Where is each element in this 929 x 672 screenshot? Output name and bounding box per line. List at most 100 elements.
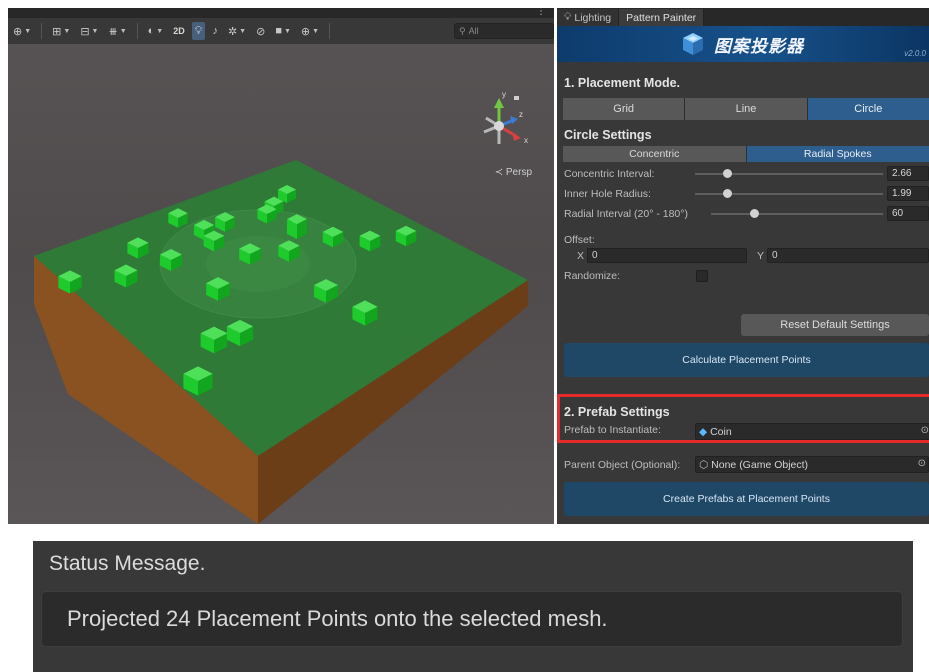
status-title: Status Message. xyxy=(49,552,206,575)
orientation-gizmo[interactable]: y z x xyxy=(472,86,532,161)
inner-hole-radius-handle[interactable] xyxy=(722,189,732,198)
effects-dropdown[interactable]: ✲ ▼ xyxy=(225,22,249,40)
camera-dropdown[interactable]: ■ ▼ xyxy=(272,22,294,40)
chevron-down-icon: ▼ xyxy=(312,27,320,35)
pattern-painter-panel: 💡︎ Lighting Pattern Painter 图案投影器 v2.0.0… xyxy=(557,8,929,524)
radial-interval-label: Radial Interval (20° - 180°) xyxy=(564,208,688,220)
slider-list: Concentric Interval: 2.66 Inner Hole Rad… xyxy=(557,164,929,224)
parent-object-label: Parent Object (Optional): xyxy=(564,459,681,471)
circle-type-selector: Concentric Radial Spokes xyxy=(563,146,929,162)
mode-circle-button[interactable]: Circle xyxy=(807,98,929,120)
audio-icon: ♪ xyxy=(212,25,218,37)
circle-settings-title: Circle Settings xyxy=(564,128,652,142)
grid-increment-icon: ⊟ xyxy=(80,25,90,38)
concentric-interval-handle[interactable] xyxy=(722,169,732,178)
chevron-down-icon: ▼ xyxy=(119,27,127,35)
scene-toolbar: ⊕ ▼ ⊞ ▼ ⊟ ▼ ⧻ ▼ ◐ ▼ 2D 💡︎ ♪ ✲ ▼ ⊘ ■ ▼ ⊕ … xyxy=(8,18,554,44)
prefab-icon: ◆ xyxy=(699,425,708,438)
search-icon: ⚲ xyxy=(459,25,466,36)
grid-increment-dropdown[interactable]: ⊟ ▼ xyxy=(77,22,101,40)
mode-2d-label: 2D xyxy=(173,26,185,36)
object-picker-icon[interactable]: ⊙ xyxy=(918,458,926,469)
concentric-button[interactable]: Concentric xyxy=(563,146,747,162)
radial-interval-handle[interactable] xyxy=(750,209,759,218)
tab-pattern-painter[interactable]: Pattern Painter xyxy=(619,9,705,26)
chevron-down-icon: ▼ xyxy=(239,27,247,35)
offset-y-label: Y xyxy=(757,250,765,262)
randomize-row: Randomize: xyxy=(557,266,929,286)
tab-lighting[interactable]: 💡︎ Lighting xyxy=(557,9,620,26)
reset-default-settings-button[interactable]: Reset Default Settings xyxy=(741,314,929,336)
calculate-placement-points-button[interactable]: Calculate Placement Points xyxy=(564,343,929,377)
gizmo-z-label: z xyxy=(519,110,523,119)
grid-snap-icon: ⊞ xyxy=(52,25,62,38)
tab-pattern-painter-label: Pattern Painter xyxy=(626,11,697,24)
parent-object-value: None (Game Object) xyxy=(711,458,809,471)
ruler-dropdown[interactable]: ⧻ ▼ xyxy=(105,22,129,40)
version-label: v2.0.0 xyxy=(904,49,926,58)
object-picker-icon[interactable]: ⊙ xyxy=(921,425,929,436)
tab-lighting-label: Lighting xyxy=(574,11,612,24)
prefab-settings-title: 2. Prefab Settings xyxy=(564,405,670,419)
scene-viewport[interactable]: y z x ≺ Persp xyxy=(8,44,554,524)
axis-gizmo-icon: y z x xyxy=(483,90,528,145)
prefab-settings-highlight: 2. Prefab Settings Prefab to Instantiate… xyxy=(557,394,929,443)
radial-interval-row: Radial Interval (20° - 180°) 60 xyxy=(557,204,929,224)
panel-tab-bar: 💡︎ Lighting Pattern Painter xyxy=(557,8,929,26)
offset-row: X 0 Y 0 xyxy=(557,246,929,266)
lighting-toggle[interactable]: 💡︎ xyxy=(191,22,206,40)
cube-logo-icon xyxy=(683,33,703,55)
create-prefabs-button[interactable]: Create Prefabs at Placement Points xyxy=(564,482,929,516)
scene-search-input[interactable]: ⚲ All xyxy=(454,23,554,39)
offset-x-label: X xyxy=(577,250,585,262)
gizmos-dropdown[interactable]: ⊕ ▼ xyxy=(298,22,322,40)
kebab-menu-icon[interactable]: ⋮ xyxy=(536,8,546,17)
inner-hole-radius-label: Inner Hole Radius: xyxy=(564,188,651,200)
chevron-down-icon: ▼ xyxy=(156,27,164,35)
banner-title: 图案投影器 xyxy=(714,36,804,56)
offset-y-field[interactable]: 0 xyxy=(767,248,929,263)
radial-interval-field[interactable]: 60 xyxy=(887,206,929,221)
radial-spokes-button[interactable]: Radial Spokes xyxy=(746,146,929,162)
chevron-down-icon: ▼ xyxy=(91,27,99,35)
mode-2d-toggle[interactable]: 2D xyxy=(170,22,188,40)
status-message-text: Projected 24 Placement Points onto the s… xyxy=(67,606,608,631)
visibility-icon: ⊘ xyxy=(256,25,266,38)
perspective-toggle[interactable]: ≺ Persp xyxy=(495,167,532,178)
toolbar-divider xyxy=(329,23,331,39)
scene-visibility-toggle[interactable]: ⊘ xyxy=(253,22,268,40)
lightbulb-icon: 💡︎ xyxy=(194,24,203,37)
scene-view[interactable]: ⋮ ⊕ ▼ ⊞ ▼ ⊟ ▼ ⧻ ▼ ◐ ▼ 2D 💡︎ ♪ ✲ ▼ ⊘ ■ ▼ … xyxy=(8,8,554,524)
placement-mode-title: 1. Placement Mode. xyxy=(564,76,681,90)
mode-line-button[interactable]: Line xyxy=(685,98,808,120)
randomize-checkbox[interactable] xyxy=(696,270,708,282)
globe-dropdown[interactable]: ⊕ ▼ xyxy=(10,22,34,40)
randomize-label: Randomize: xyxy=(564,270,621,282)
status-panel: Status Message. Projected 24 Placement P… xyxy=(33,541,913,672)
inner-hole-radius-field[interactable]: 1.99 xyxy=(887,186,929,201)
shading-mode-dropdown[interactable]: ◐ ▼ xyxy=(145,22,167,40)
game-object-icon: ⬡ xyxy=(699,458,709,471)
scene-search-placeholder: All xyxy=(468,26,479,36)
tool-banner: 图案投影器 v2.0.0 xyxy=(557,26,929,62)
chevron-down-icon: ▼ xyxy=(24,27,32,35)
toolbar-divider xyxy=(41,23,43,39)
gizmos-icon: ⊕ xyxy=(300,25,311,38)
effects-icon: ✲ xyxy=(227,25,238,38)
concentric-interval-field[interactable]: 2.66 xyxy=(887,166,929,181)
radial-interval-slider[interactable] xyxy=(711,213,883,215)
inner-hole-radius-row: Inner Hole Radius: 1.99 xyxy=(557,184,929,204)
parent-object-field[interactable]: ⬡ None (Game Object) ⊙ xyxy=(695,456,929,473)
camera-icon: ■ xyxy=(275,25,282,37)
mode-grid-button[interactable]: Grid xyxy=(563,98,686,120)
prefab-object-field[interactable]: ◆ Coin ⊙ xyxy=(695,423,929,440)
gizmo-x-label: x xyxy=(524,136,528,145)
globe-icon: ⊕ xyxy=(13,25,23,38)
prefab-value: Coin xyxy=(710,425,732,438)
placement-mode-selector: Grid Line Circle xyxy=(563,98,929,120)
ruler-icon: ⧻ xyxy=(108,25,118,38)
offset-x-field[interactable]: 0 xyxy=(587,248,747,263)
audio-toggle[interactable]: ♪ xyxy=(209,22,221,40)
grid-snap-dropdown[interactable]: ⊞ ▼ xyxy=(49,22,73,40)
chevron-down-icon: ▼ xyxy=(63,27,71,35)
